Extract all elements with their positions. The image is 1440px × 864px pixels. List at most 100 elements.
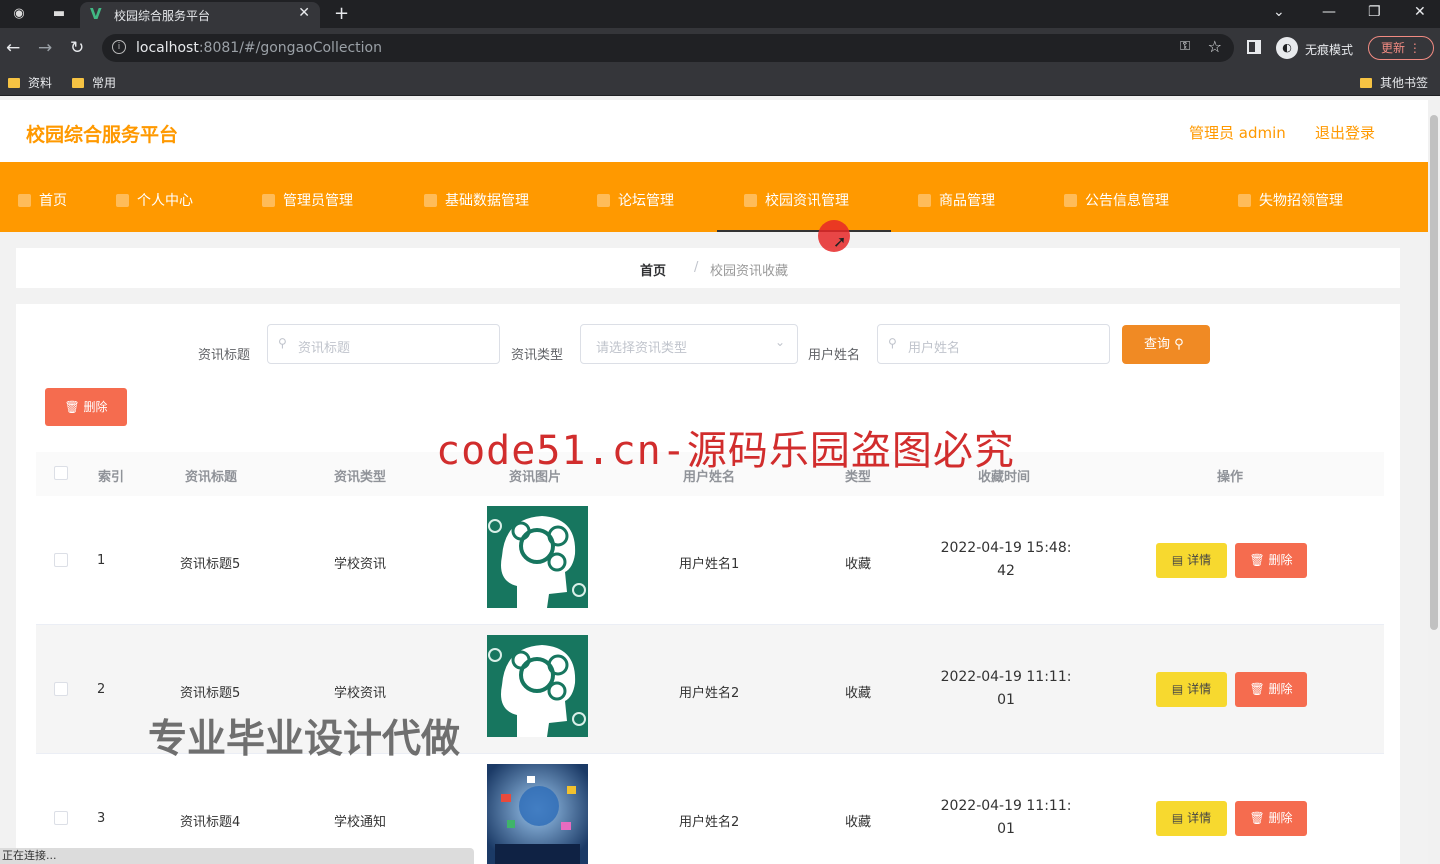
tab-search-icon[interactable]: ▬ — [50, 5, 68, 23]
menu-item-home[interactable]: 首页 — [18, 190, 67, 210]
menu-item-goods[interactable]: 商品管理 — [918, 190, 995, 210]
delete-button[interactable]: 🗑 删除 — [1235, 672, 1307, 707]
menu-label: 公告信息管理 — [1085, 193, 1169, 209]
column-header-title: 资讯标题 — [185, 470, 238, 485]
title-search-label: 资讯标题 — [198, 348, 251, 363]
reload-icon[interactable]: ↻ — [70, 38, 84, 58]
detail-label: 详情 — [1187, 682, 1212, 696]
bookmark-label: 资料 — [28, 76, 53, 90]
window-close-icon[interactable]: ✕ — [1414, 4, 1426, 20]
menu-item-news[interactable]: 校园资讯管理 — [744, 190, 849, 210]
browser-tabbar: ◉ ▬ V 校园综合服务平台 ✕ + ⌄ — ❐ ✕ — [0, 0, 1440, 28]
row-time: 2022-04-19 11:11: 01 — [936, 666, 1076, 712]
incognito-icon[interactable]: ◐ — [1276, 37, 1298, 59]
minimize-icon[interactable]: — — [1322, 4, 1336, 20]
row-type: 学校资讯 — [334, 557, 387, 572]
row-checkbox[interactable] — [54, 553, 68, 567]
search-icon: ⚲ — [278, 336, 287, 350]
row-time-line1: 2022-04-19 11:11: — [940, 669, 1072, 685]
type-select-placeholder: 请选择资讯类型 — [596, 341, 688, 356]
user-icon — [116, 194, 129, 207]
close-tab-icon[interactable]: ✕ — [298, 5, 310, 21]
row-title: 资讯标题5 — [180, 686, 241, 701]
app-header: 校园综合服务平台 管理员 admin 退出登录 — [0, 100, 1428, 162]
forward-icon[interactable]: → — [38, 38, 52, 58]
browser-menu-icon[interactable]: ◉ — [10, 5, 28, 23]
news-image-brain-gears — [487, 506, 588, 608]
restore-icon[interactable]: ❐ — [1368, 4, 1381, 20]
forum-icon — [597, 194, 610, 207]
menu-item-profile[interactable]: 个人中心 — [116, 190, 193, 210]
row-kind: 收藏 — [845, 815, 872, 830]
title-search-placeholder: 资讯标题 — [298, 341, 351, 356]
detail-label: 详情 — [1187, 811, 1212, 825]
detail-button[interactable]: ▤ 详情 — [1156, 543, 1227, 578]
title-search-input[interactable]: ⚲ 资讯标题 — [267, 324, 500, 364]
select-all-checkbox[interactable] — [54, 466, 68, 480]
user-search-input[interactable]: ⚲ 用户姓名 — [877, 324, 1110, 364]
column-header-actions: 操作 — [1217, 470, 1244, 485]
chevron-down-icon[interactable]: ⌄ — [1273, 4, 1285, 20]
side-panel-icon[interactable] — [1247, 40, 1261, 54]
query-label: 查询 — [1144, 337, 1171, 352]
data-icon — [424, 194, 437, 207]
row-time-line1: 2022-04-19 15:48: — [940, 540, 1072, 556]
detail-button[interactable]: ▤ 详情 — [1156, 801, 1227, 836]
mouse-cursor-icon: ➚ — [833, 232, 847, 251]
row-index: 3 — [97, 811, 106, 826]
tab-title: 校园综合服务平台 — [114, 9, 211, 23]
row-checkbox[interactable] — [54, 811, 68, 825]
query-button[interactable]: 查询 ⚲ — [1122, 325, 1210, 364]
type-select[interactable]: 请选择资讯类型 ⌄ — [580, 324, 798, 364]
menu-label: 管理员管理 — [283, 193, 353, 209]
menu-item-base-data[interactable]: 基础数据管理 — [424, 190, 529, 210]
row-kind: 收藏 — [845, 557, 872, 572]
menu-item-forum[interactable]: 论坛管理 — [597, 190, 674, 210]
bookmark-folder-2[interactable]: 常用 — [72, 74, 116, 91]
address-bar[interactable]: i localhost:8081/#/gongaoCollection ⚿ ☆ — [102, 34, 1234, 62]
search-icon: ⚲ — [1174, 337, 1184, 352]
logout-link[interactable]: 退出登录 — [1315, 122, 1375, 143]
batch-delete-label: 删除 — [83, 400, 108, 414]
url-text: localhost:8081/#/gongaoCollection — [136, 40, 382, 56]
delete-label: 删除 — [1268, 682, 1293, 696]
menu-item-admin[interactable]: 管理员管理 — [262, 190, 353, 210]
detail-button[interactable]: ▤ 详情 — [1156, 672, 1227, 707]
delete-button[interactable]: 🗑 删除 — [1235, 543, 1307, 578]
new-tab-icon[interactable]: + — [334, 3, 349, 24]
back-icon[interactable]: ← — [6, 38, 20, 58]
bookmarks-bar: 资料 常用 其他书签 — [0, 68, 1440, 96]
lost-found-icon — [1238, 194, 1251, 207]
menu-item-notice[interactable]: 公告信息管理 — [1064, 190, 1169, 210]
other-bookmarks[interactable]: 其他书签 — [1360, 74, 1428, 91]
trash-icon: 🗑 — [64, 400, 80, 414]
menu-label: 基础数据管理 — [445, 193, 529, 209]
bookmark-folder-1[interactable]: 资料 — [8, 74, 52, 91]
row-checkbox[interactable] — [54, 682, 68, 696]
column-header-index: 索引 — [98, 470, 125, 485]
bookmark-label: 常用 — [92, 76, 117, 90]
key-icon[interactable]: ⚿ — [1180, 39, 1190, 54]
url-host: localhost — [136, 40, 199, 56]
scrollbar-thumb[interactable] — [1430, 115, 1438, 630]
update-button[interactable]: 更新 ⋮ — [1368, 36, 1434, 60]
other-bookmarks-label: 其他书签 — [1380, 76, 1429, 90]
delete-button[interactable]: 🗑 删除 — [1235, 801, 1307, 836]
browser-tab-active[interactable]: V 校园综合服务平台 ✕ — [80, 2, 320, 28]
row-time-line2: 01 — [997, 692, 1015, 708]
menu-item-lost-found[interactable]: 失物招领管理 — [1238, 190, 1343, 210]
doc-icon: ▤ — [1171, 682, 1184, 696]
breadcrumb-home[interactable]: 首页 — [640, 260, 666, 279]
row-type: 学校通知 — [334, 815, 387, 830]
user-search-label: 用户姓名 — [808, 348, 861, 363]
watermark-text: code51.cn-源码乐园盗图必究 — [436, 428, 1015, 474]
page-scrollbar[interactable] — [1428, 100, 1440, 864]
bookmark-star-icon[interactable]: ☆ — [1208, 37, 1222, 56]
menu-label: 失物招领管理 — [1259, 193, 1343, 209]
folder-icon — [1360, 78, 1372, 88]
info-icon[interactable]: i — [112, 40, 126, 54]
menu-label: 校园资讯管理 — [765, 193, 849, 209]
batch-delete-button[interactable]: 🗑 删除 — [45, 388, 127, 426]
breadcrumb-current: 校园资讯收藏 — [710, 264, 789, 279]
row-index: 2 — [97, 682, 106, 697]
